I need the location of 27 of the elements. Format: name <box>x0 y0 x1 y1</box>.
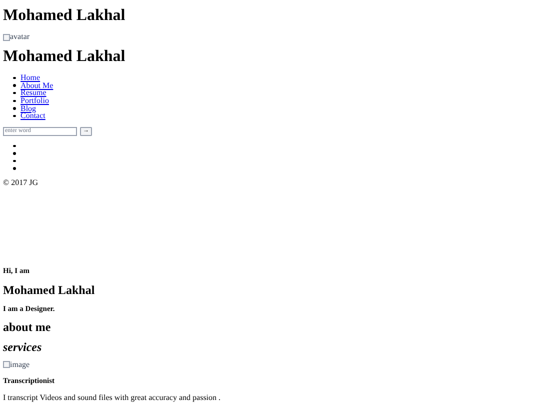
copyright-text: © 2017 JG <box>3 178 39 187</box>
bullet-icon <box>13 84 16 87</box>
bullet-icon <box>13 160 16 162</box>
bullet-icon <box>13 92 16 94</box>
bullet-icon <box>13 167 16 170</box>
image-alt-text: image <box>10 360 30 369</box>
bullet-icon <box>13 100 16 102</box>
section-heading: services <box>3 340 43 353</box>
name-heading: Mohamed Lakhal <box>3 284 96 296</box>
nav-link[interactable]: Resume <box>20 89 46 97</box>
bullet-icon <box>13 76 16 80</box>
image-alt-text: avatar <box>10 33 30 41</box>
nav-link[interactable]: About Me <box>20 82 54 90</box>
nav-link[interactable]: Portfolio <box>20 96 49 105</box>
section-heading: about me <box>3 320 52 333</box>
bullet-icon <box>13 114 16 118</box>
nav-link[interactable]: Blog <box>20 104 36 112</box>
bullet-icon <box>13 144 16 148</box>
broken-image-icon <box>3 361 10 368</box>
broken-image-icon <box>3 34 10 40</box>
bullet-icon <box>13 152 16 155</box>
nav-link[interactable]: Contact <box>20 112 46 120</box>
name-heading: Mohamed Lakhal <box>3 49 126 65</box>
service-description: I transcript Videos and sound files with great accuracy and passion . <box>3 394 222 402</box>
bullet-icon <box>13 107 16 110</box>
site-title: Mohamed Lakhal <box>3 8 126 24</box>
nav-link[interactable]: Home <box>20 74 40 82</box>
